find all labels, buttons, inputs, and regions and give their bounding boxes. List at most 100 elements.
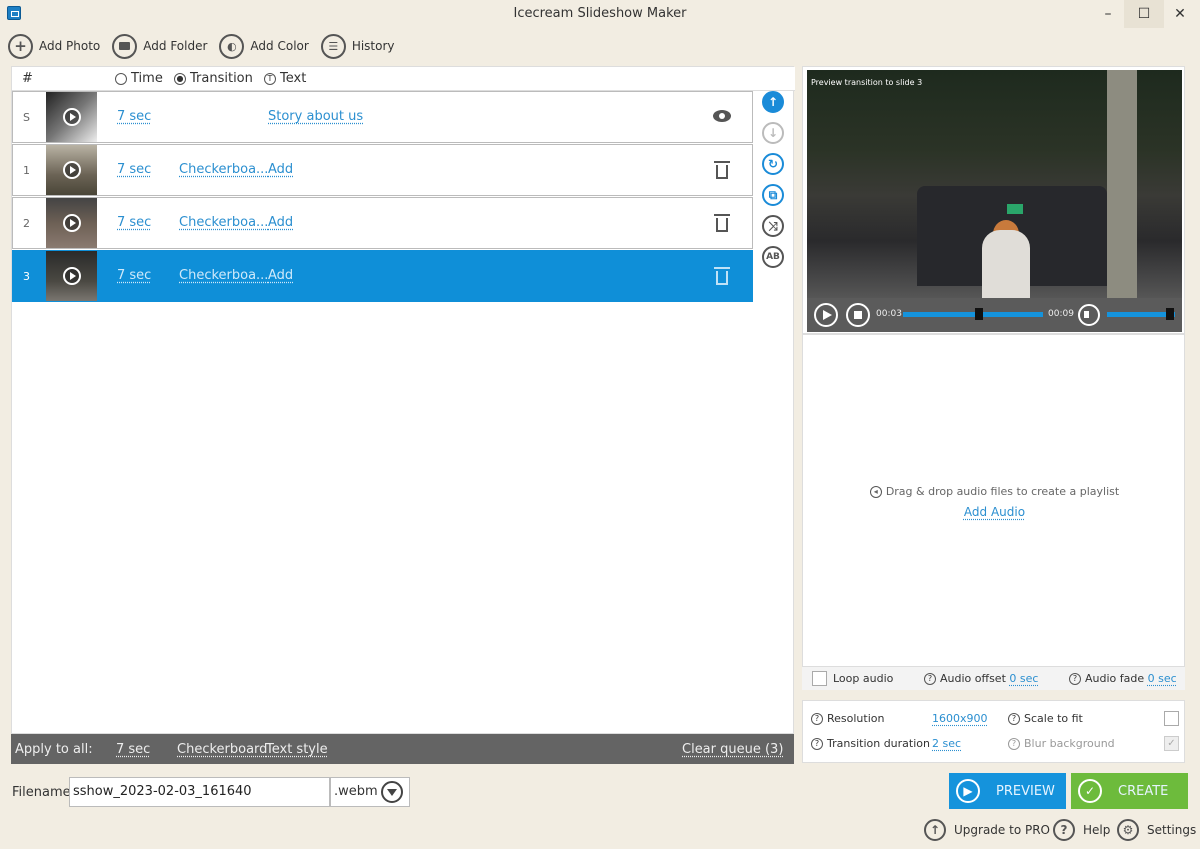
- slide-thumbnail[interactable]: [46, 92, 97, 142]
- play-icon[interactable]: [62, 214, 81, 232]
- drop-hint: ◂ Drag & drop audio files to create a pla…: [803, 485, 1186, 498]
- add-folder-button[interactable]: Add Folder: [112, 33, 207, 59]
- crop-icon[interactable]: ⧉: [762, 184, 784, 206]
- help-icon[interactable]: ?: [1008, 713, 1020, 725]
- help-label: Help: [1083, 823, 1111, 837]
- chevron-down-icon[interactable]: [381, 781, 403, 803]
- add-photo-button[interactable]: + Add Photo: [8, 33, 101, 59]
- loop-audio-label: Loop audio: [833, 672, 894, 685]
- help-icon[interactable]: ?: [811, 713, 823, 725]
- help-icon[interactable]: ?: [811, 738, 823, 750]
- text-icon: T: [264, 72, 276, 85]
- output-settings-panel: ? Resolution 1600x900 ? Scale to fit ? Tran…: [802, 700, 1185, 763]
- preview-button[interactable]: ▶ PREVIEW: [949, 773, 1066, 809]
- header-time[interactable]: Time: [115, 71, 163, 86]
- play-icon[interactable]: [62, 108, 81, 126]
- slide-text-link[interactable]: Add: [268, 215, 293, 230]
- create-button[interactable]: ✓ CREATE: [1071, 773, 1188, 809]
- scale-to-fit-option: ? Scale to fit: [1008, 712, 1083, 725]
- slide-transition-link[interactable]: Checkerboa...: [179, 215, 268, 230]
- current-time: 00:03: [876, 309, 902, 319]
- add-audio-link[interactable]: Add Audio: [803, 505, 1186, 519]
- help-icon[interactable]: ?: [1069, 673, 1081, 685]
- slide-time-link[interactable]: 7 sec: [117, 215, 151, 230]
- transition-duration-link[interactable]: 2 sec: [932, 737, 961, 750]
- audio-playlist-panel[interactable]: ◂ Drag & drop audio files to create a pla…: [802, 334, 1185, 690]
- header-time-label: Time: [131, 71, 163, 86]
- minimize-button[interactable]: –: [1088, 0, 1128, 28]
- slide-text-link[interactable]: Add: [268, 162, 293, 177]
- move-up-icon[interactable]: ↑: [762, 91, 784, 113]
- slide-thumbnail[interactable]: [46, 251, 97, 301]
- rotate-icon[interactable]: ↻: [762, 153, 784, 175]
- settings-link[interactable]: ⚙ Settings: [1117, 819, 1196, 841]
- shuffle-icon[interactable]: ⤨: [762, 215, 784, 237]
- blur-background-label: Blur background: [1024, 737, 1115, 750]
- text-style-link[interactable]: Text style: [266, 742, 328, 757]
- player-controls: 00:03 00:09: [807, 298, 1182, 332]
- table-row-selected[interactable]: 3 7 sec Checkerboa... Add: [12, 250, 753, 302]
- table-row[interactable]: 1 7 sec Checkerboa... Add: [12, 144, 753, 196]
- history-button[interactable]: ☰ History: [320, 33, 395, 59]
- video-preview: Preview transition to slide 3: [807, 70, 1182, 298]
- play-icon[interactable]: [62, 161, 81, 179]
- eye-icon[interactable]: [713, 110, 731, 122]
- audio-fade-link[interactable]: 0 sec: [1148, 672, 1177, 685]
- scale-to-fit-checkbox[interactable]: [1164, 711, 1179, 726]
- help-icon[interactable]: ?: [1008, 738, 1020, 750]
- seek-bar[interactable]: [903, 312, 1043, 317]
- stop-button[interactable]: [846, 303, 870, 327]
- preview-button-label: PREVIEW: [996, 783, 1055, 799]
- palette-icon: ◐: [219, 33, 245, 59]
- list-header: # Time ● Transition T Text: [12, 67, 795, 91]
- table-row[interactable]: S 7 sec Story about us: [12, 91, 753, 143]
- volume-icon[interactable]: [1078, 304, 1100, 326]
- loop-audio-checkbox[interactable]: [812, 671, 827, 686]
- slide-text-link[interactable]: Add: [268, 268, 293, 283]
- total-time: 00:09: [1048, 309, 1074, 319]
- slide-text-link[interactable]: Story about us: [268, 109, 363, 124]
- help-icon[interactable]: ?: [924, 673, 936, 685]
- seek-handle[interactable]: [974, 308, 983, 320]
- slide-time-link[interactable]: 7 sec: [117, 268, 151, 283]
- audio-offset-link[interactable]: 0 sec: [1009, 672, 1038, 685]
- slide-transition-link[interactable]: Checkerboa...: [179, 162, 268, 177]
- trash-icon[interactable]: [714, 161, 730, 179]
- trash-icon[interactable]: [714, 214, 730, 232]
- play-button[interactable]: [814, 303, 838, 327]
- maximize-button[interactable]: ☐: [1124, 0, 1164, 28]
- help-link[interactable]: ? Help: [1053, 819, 1110, 841]
- folder-icon: [112, 33, 138, 59]
- toolbar: + Add Photo Add Folder ◐ Add Color ☰ His…: [8, 33, 407, 59]
- add-color-button[interactable]: ◐ Add Color: [219, 33, 309, 59]
- extension-value: .webm: [334, 784, 378, 799]
- text-ab-icon[interactable]: AB: [762, 246, 784, 268]
- trash-icon[interactable]: [714, 267, 730, 285]
- slide-transition-link[interactable]: Checkerboa...: [179, 268, 268, 283]
- apply-time-link[interactable]: 7 sec: [116, 742, 150, 757]
- audio-options-bar: Loop audio ? Audio offset 0 sec ? Audio fa…: [802, 666, 1185, 690]
- volume-handle[interactable]: [1165, 308, 1174, 320]
- close-button[interactable]: ✕: [1160, 0, 1200, 28]
- resolution-link[interactable]: 1600x900: [932, 712, 988, 725]
- header-transition[interactable]: ● Transition: [174, 71, 253, 86]
- slide-time-link[interactable]: 7 sec: [117, 162, 151, 177]
- move-down-icon[interactable]: ↓: [762, 122, 784, 144]
- audio-offset-option: ? Audio offset 0 sec: [924, 672, 1038, 685]
- slide-thumbnail[interactable]: [46, 198, 97, 248]
- preview-caption: Preview transition to slide 3: [811, 78, 923, 87]
- header-text[interactable]: T Text: [264, 71, 306, 86]
- add-photo-label: Add Photo: [39, 39, 101, 53]
- preview-image-person: [982, 230, 1030, 298]
- slide-thumbnail[interactable]: [46, 145, 97, 195]
- clear-queue-link[interactable]: Clear queue (3): [682, 742, 783, 757]
- extension-select[interactable]: .webm: [330, 777, 410, 807]
- slide-time-link[interactable]: 7 sec: [117, 109, 151, 124]
- play-icon[interactable]: [62, 267, 81, 285]
- filename-input[interactable]: sshow_2023-02-03_161640: [69, 777, 330, 807]
- table-row[interactable]: 2 7 sec Checkerboa... Add: [12, 197, 753, 249]
- apply-transition-link[interactable]: Checkerboard: [177, 742, 267, 757]
- upgrade-to-pro-link[interactable]: ↑ Upgrade to PRO: [924, 819, 1050, 841]
- speaker-icon: ◂: [869, 486, 882, 498]
- blur-background-checkbox[interactable]: ✓: [1164, 736, 1179, 751]
